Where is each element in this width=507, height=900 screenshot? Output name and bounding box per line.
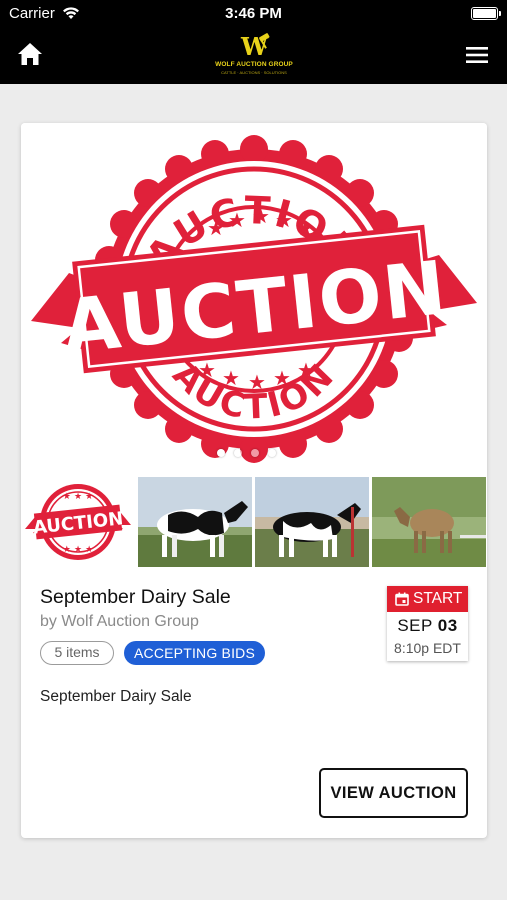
logo-tagline: CATTLE · AUCTIONS · SOLUTIONS — [221, 70, 287, 75]
logo-text: WOLF AUCTION GROUP — [215, 61, 293, 68]
thumbnail-holstein-cow-show[interactable] — [255, 477, 369, 567]
svg-text:★: ★ — [252, 204, 270, 228]
status-bar: Carrier 3:46 PM — [0, 0, 507, 28]
view-auction-button[interactable]: VIEW AUCTION — [319, 768, 468, 818]
thumbnail-strip: AUCTION ★ ★ ★ ★ ★ ★ — [21, 477, 487, 567]
start-date: SEP 03 — [387, 616, 468, 636]
start-time: 8:10p EDT — [394, 640, 461, 656]
nav-bar: W WOLF AUCTION GROUP CATTLE · AUCTIONS ·… — [0, 28, 507, 84]
svg-text:★: ★ — [273, 366, 291, 390]
battery-icon — [471, 7, 501, 20]
start-header: START — [387, 586, 468, 612]
auction-stamp-image: AUCTION AUCTION ★★★★★ ★★★★★ AUCTION — [31, 135, 477, 463]
home-icon — [18, 43, 42, 65]
thumbnail-jersey-cow[interactable] — [372, 477, 486, 567]
hero-image-carousel[interactable]: AUCTION AUCTION ★★★★★ ★★★★★ AUCTION — [21, 123, 487, 473]
items-count-badge: 5 items — [40, 641, 114, 665]
svg-text:★: ★ — [207, 216, 225, 240]
home-button[interactable] — [14, 40, 46, 70]
start-day: 03 — [437, 616, 458, 635]
carousel-dot[interactable] — [234, 449, 242, 457]
start-date-box: START SEP 03 8:10p EDT — [387, 586, 468, 661]
svg-text:★: ★ — [296, 216, 314, 240]
brand-logo[interactable]: W WOLF AUCTION GROUP CATTLE · AUCTIONS ·… — [212, 32, 296, 78]
svg-text:★: ★ — [198, 358, 216, 382]
auction-byline[interactable]: by Wolf Auction Group — [40, 613, 199, 631]
thumbnail-auction-stamp[interactable]: AUCTION ★ ★ ★ ★ ★ ★ — [21, 477, 135, 567]
svg-text:★ ★ ★: ★ ★ ★ — [63, 492, 93, 502]
start-label: START — [413, 590, 463, 607]
carousel-dot[interactable] — [217, 449, 225, 457]
clock: 3:46 PM — [225, 5, 282, 22]
menu-button[interactable] — [461, 40, 493, 70]
calendar-icon — [395, 592, 409, 606]
svg-text:★: ★ — [222, 366, 240, 390]
svg-text:★: ★ — [228, 208, 246, 232]
svg-text:★: ★ — [297, 358, 315, 382]
svg-text:★: ★ — [248, 370, 266, 394]
thumbnail-holstein-cow[interactable] — [138, 477, 252, 567]
svg-text:★ ★ ★: ★ ★ ★ — [63, 545, 93, 555]
status-badge: ACCEPTING BIDS — [124, 641, 265, 665]
auction-title: September Dairy Sale — [40, 586, 231, 608]
hamburger-menu-icon — [466, 47, 488, 63]
auction-description: September Dairy Sale — [40, 688, 192, 705]
svg-text:★: ★ — [275, 208, 293, 232]
carousel-dot[interactable] — [251, 449, 259, 457]
carousel-indicator — [217, 447, 297, 459]
start-month: SEP — [397, 616, 433, 635]
carousel-dot[interactable] — [268, 449, 276, 457]
auction-card: AUCTION AUCTION ★★★★★ ★★★★★ AUCTION — [21, 123, 487, 838]
